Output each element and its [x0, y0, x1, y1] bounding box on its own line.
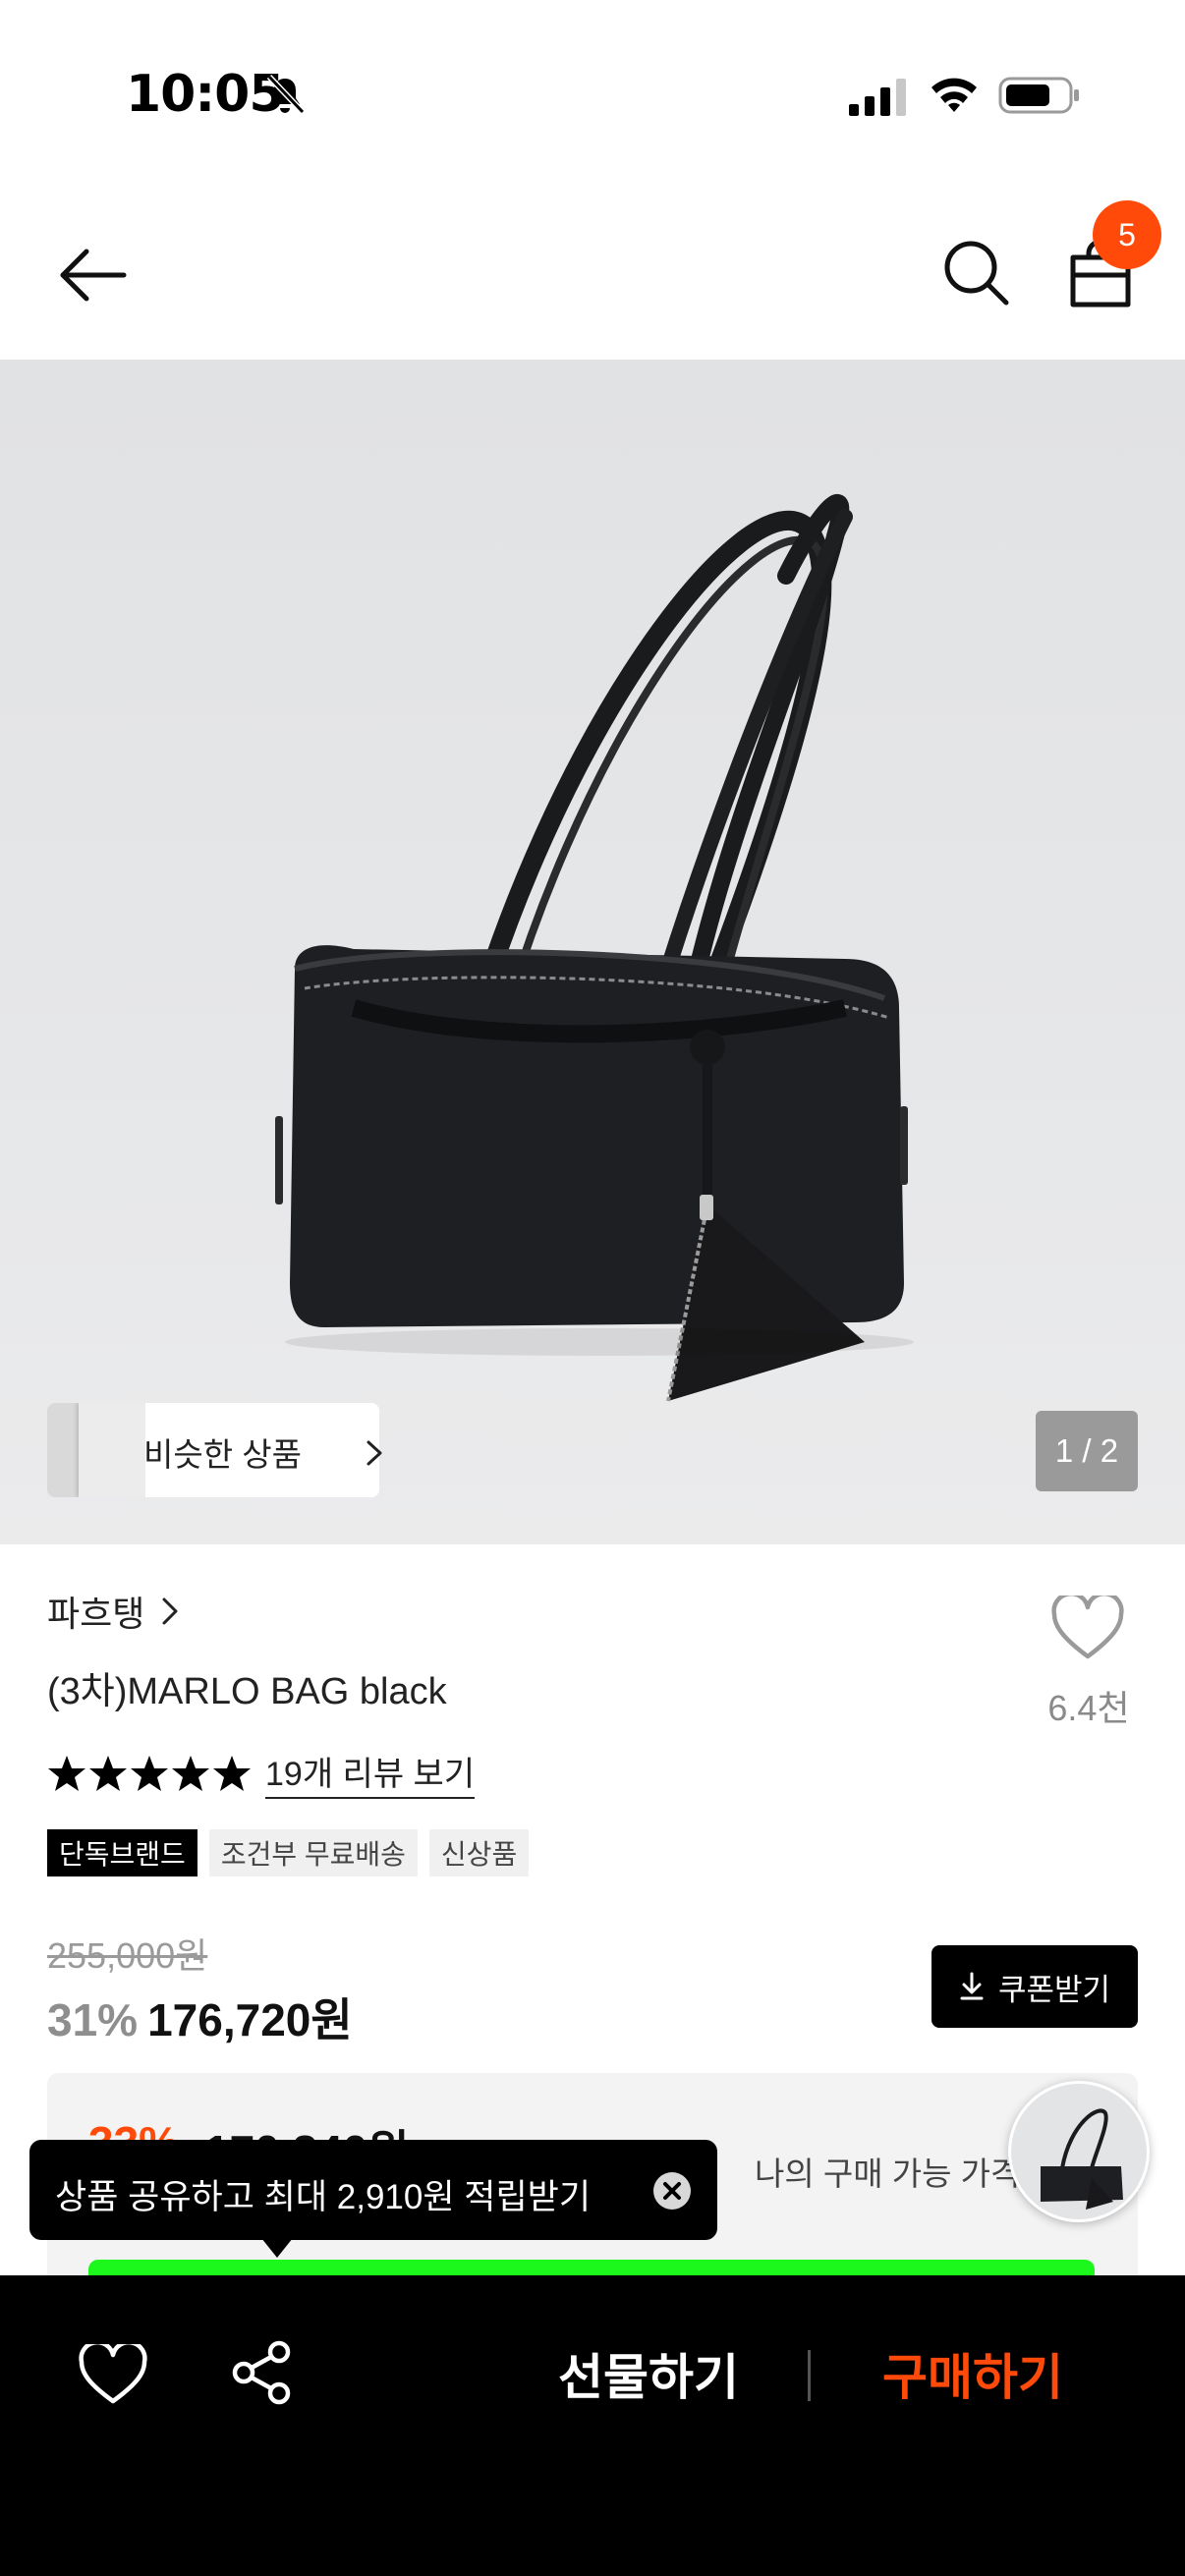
star-filled-icon [131, 1755, 168, 1791]
similar-thumbnail [79, 1403, 145, 1497]
rating-row: 19개 리뷰 보기 [47, 1747, 476, 1799]
wifi-icon [931, 78, 977, 112]
discount-rate: 31% [47, 1994, 139, 2045]
back-arrow-icon[interactable] [57, 246, 130, 305]
chevron-right-icon [367, 1440, 382, 1466]
image-page-counter: 1 / 2 [1036, 1411, 1138, 1491]
top-navigation: 5 [0, 187, 1185, 360]
share-icon[interactable] [232, 2340, 293, 2405]
brand-link[interactable]: 파흐탱 [47, 1586, 182, 1637]
tooltip-text: 상품 공유하고 최대 2,910원 적립받기 [55, 2178, 592, 2216]
cellular-signal-icon [849, 79, 906, 116]
original-price: 255,000원 [47, 1935, 208, 1976]
heart-outline-icon [1051, 1596, 1124, 1659]
wishlist-count: 6.4천 [1047, 1688, 1130, 1728]
member-price-label: 나의 구매 가능 가격 [755, 2156, 1021, 2192]
brand-name: 파흐탱 [47, 1594, 145, 1634]
tag-new-arrival: 신상품 [428, 1829, 530, 1876]
tag-free-shipping: 조건부 무료배송 [208, 1829, 418, 1876]
heart-outline-icon[interactable] [79, 2344, 147, 2405]
thumbnail-bag-image [1041, 2108, 1123, 2210]
battery-icon [998, 77, 1079, 114]
tooltip-pointer [261, 2238, 293, 2258]
product-title: (3차)MARLO BAG black [47, 1671, 447, 1712]
coupon-download-button[interactable]: 쿠폰받기 [931, 1945, 1138, 2028]
star-filled-icon [213, 1755, 251, 1791]
price-row: 31% 176,720원 [47, 1985, 353, 2049]
similar-products-label: 비슷한 상품 [143, 1436, 302, 1473]
sale-price: 176,720원 [147, 1994, 353, 2045]
bell-muted-icon [266, 74, 306, 115]
product-tags: 단독브랜드 조건부 무료배송 신상품 [47, 1829, 540, 1876]
star-filled-icon [172, 1755, 209, 1791]
coupon-label: 쿠폰받기 [997, 1972, 1111, 2007]
close-icon[interactable] [652, 2171, 692, 2211]
bottom-action-bar: 선물하기 구매하기 [0, 2275, 1185, 2576]
tag-exclusive-brand: 단독브랜드 [47, 1829, 198, 1876]
divider [808, 2350, 811, 2401]
download-icon [960, 1972, 984, 2000]
share-reward-tooltip: 상품 공유하고 최대 2,910원 적립받기 [29, 2140, 717, 2258]
rating-stars [47, 1754, 254, 1793]
gift-button[interactable]: 선물하기 [511, 2334, 786, 2413]
similar-products-thumbnails [47, 1403, 145, 1497]
similar-products-button[interactable]: 비슷한 상품 [47, 1403, 382, 1497]
status-bar: 10:05 [0, 0, 1185, 187]
chevron-right-icon [162, 1597, 178, 1625]
product-image-carousel[interactable]: 비슷한 상품 1 / 2 [0, 360, 1185, 1544]
cart-count-badge: 5 [1093, 200, 1161, 269]
star-filled-icon [48, 1755, 85, 1791]
product-photo [275, 493, 914, 1402]
status-time: 10:05 [126, 65, 285, 124]
buy-button[interactable]: 구매하기 [835, 2334, 1110, 2413]
review-link[interactable]: 19개 리뷰 보기 [265, 1747, 476, 1799]
star-filled-icon [89, 1755, 127, 1791]
floating-product-thumbnail[interactable] [1008, 2081, 1150, 2222]
wishlist-button[interactable]: 6.4천 [1028, 1596, 1150, 1733]
search-icon[interactable] [941, 238, 1012, 308]
